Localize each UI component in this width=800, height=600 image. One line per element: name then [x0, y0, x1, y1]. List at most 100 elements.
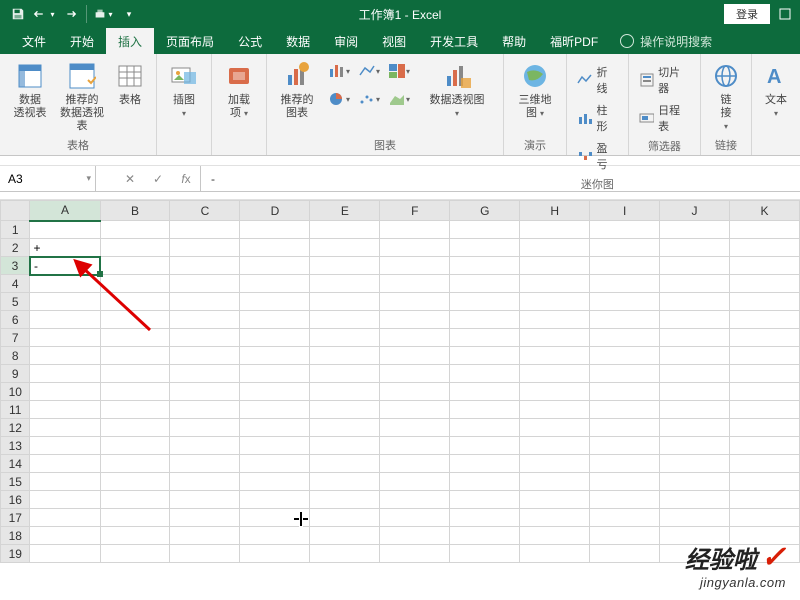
cell[interactable] [30, 437, 100, 455]
cell[interactable] [100, 509, 170, 527]
cell[interactable] [100, 545, 170, 563]
cell[interactable] [310, 437, 380, 455]
cell[interactable] [660, 329, 730, 347]
qat-customize-icon[interactable]: ▾ [117, 3, 141, 25]
cell[interactable] [240, 527, 310, 545]
cell[interactable] [310, 527, 380, 545]
scatter-chart-icon[interactable]: ▾ [355, 86, 383, 112]
cell[interactable] [729, 473, 799, 491]
cell[interactable] [380, 239, 450, 257]
cell[interactable] [380, 455, 450, 473]
column-header[interactable]: J [660, 201, 730, 221]
cell[interactable] [380, 545, 450, 563]
slicer-button[interactable]: 切片器 [635, 62, 694, 98]
cell[interactable] [170, 275, 240, 293]
row-header[interactable]: 9 [1, 365, 30, 383]
cell[interactable] [590, 257, 660, 275]
cell[interactable] [310, 329, 380, 347]
cell[interactable] [310, 401, 380, 419]
cell[interactable] [240, 257, 310, 275]
illustrations-button[interactable]: 插图▾ [163, 58, 205, 120]
tab-foxitpdf[interactable]: 福昕PDF [538, 28, 610, 54]
cell[interactable] [450, 401, 520, 419]
row-header[interactable]: 3 [1, 257, 30, 275]
cell[interactable] [660, 473, 730, 491]
cell[interactable] [450, 329, 520, 347]
cell[interactable] [590, 239, 660, 257]
cell[interactable] [590, 455, 660, 473]
cell[interactable] [30, 383, 100, 401]
column-header[interactable]: H [520, 201, 590, 221]
cell[interactable] [590, 491, 660, 509]
cell[interactable] [590, 347, 660, 365]
cell[interactable] [100, 491, 170, 509]
cell[interactable] [30, 275, 100, 293]
cell[interactable] [240, 419, 310, 437]
cell[interactable] [729, 419, 799, 437]
row-header[interactable]: 2 [1, 239, 30, 257]
cell[interactable] [100, 329, 170, 347]
login-button[interactable]: 登录 [724, 4, 770, 24]
column-header[interactable]: I [590, 201, 660, 221]
cell[interactable] [380, 527, 450, 545]
cell[interactable] [729, 365, 799, 383]
cell[interactable] [170, 509, 240, 527]
tab-file[interactable]: 文件 [10, 28, 58, 54]
cell[interactable] [590, 311, 660, 329]
surface-chart-icon[interactable]: ▾ [385, 86, 413, 112]
cell[interactable] [450, 383, 520, 401]
cell[interactable] [590, 329, 660, 347]
cell[interactable] [170, 473, 240, 491]
cell[interactable] [590, 437, 660, 455]
spreadsheet[interactable]: ABCDEFGHIJK12+3-456789101112131415161718… [0, 200, 800, 563]
cell[interactable] [520, 311, 590, 329]
cell[interactable] [520, 347, 590, 365]
cell[interactable] [380, 347, 450, 365]
cell[interactable] [30, 509, 100, 527]
cell[interactable] [729, 329, 799, 347]
cell[interactable] [170, 239, 240, 257]
cell[interactable] [100, 473, 170, 491]
cell[interactable] [660, 257, 730, 275]
cell[interactable] [170, 257, 240, 275]
row-header[interactable]: 15 [1, 473, 30, 491]
column-header[interactable]: G [450, 201, 520, 221]
sparkline-line-button[interactable]: 折线 [573, 62, 622, 98]
cell[interactable] [380, 311, 450, 329]
cell[interactable] [170, 437, 240, 455]
column-header[interactable]: F [380, 201, 450, 221]
cell[interactable] [240, 311, 310, 329]
timeline-button[interactable]: 日程表 [635, 100, 694, 136]
cell[interactable] [170, 491, 240, 509]
cell[interactable] [380, 329, 450, 347]
cell[interactable] [30, 473, 100, 491]
tab-pagelayout[interactable]: 页面布局 [154, 28, 226, 54]
cell[interactable] [729, 293, 799, 311]
cell[interactable] [590, 509, 660, 527]
cell[interactable] [310, 473, 380, 491]
row-header[interactable]: 4 [1, 275, 30, 293]
cell[interactable] [520, 293, 590, 311]
cell[interactable] [30, 293, 100, 311]
column-header[interactable]: A [30, 201, 100, 221]
cell[interactable] [100, 221, 170, 239]
cell[interactable] [450, 239, 520, 257]
tell-me-search[interactable]: 操作说明搜索 [610, 28, 712, 54]
cell[interactable]: + [30, 239, 100, 257]
cell[interactable] [30, 401, 100, 419]
cell[interactable] [240, 347, 310, 365]
select-all-corner[interactable] [1, 201, 30, 221]
cell[interactable] [240, 455, 310, 473]
cell[interactable] [310, 365, 380, 383]
cell[interactable] [590, 383, 660, 401]
cell[interactable] [660, 491, 730, 509]
cell[interactable] [240, 491, 310, 509]
cell[interactable] [30, 419, 100, 437]
cell[interactable] [520, 275, 590, 293]
cell[interactable] [590, 473, 660, 491]
row-header[interactable]: 16 [1, 491, 30, 509]
enter-icon[interactable]: ✓ [144, 172, 172, 186]
row-header[interactable]: 14 [1, 455, 30, 473]
fill-handle[interactable] [97, 271, 103, 277]
cell[interactable] [170, 383, 240, 401]
